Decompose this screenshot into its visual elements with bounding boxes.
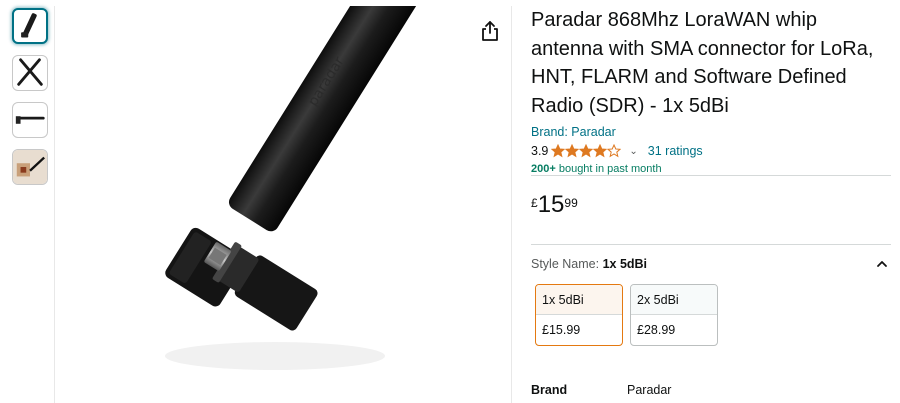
- antenna-horizontal-thumbnail-icon: [15, 116, 45, 124]
- divider: [531, 175, 891, 176]
- star-rating[interactable]: [551, 144, 622, 158]
- star-icon: [607, 144, 622, 158]
- rating-value: 3.9: [531, 144, 549, 158]
- ratings-count-link[interactable]: 31 ratings: [648, 144, 703, 158]
- style-option-price: £15.99: [542, 323, 581, 337]
- brand-link[interactable]: Brand: Paradar: [531, 125, 891, 139]
- star-icon: [579, 144, 594, 158]
- thumbnail-2[interactable]: [12, 55, 48, 91]
- divider: [531, 244, 891, 245]
- star-icon: [551, 144, 566, 158]
- bought-count: 200+: [531, 163, 556, 175]
- product-info-panel: Paradar 868Mhz LoraWAN whip antenna with…: [531, 6, 891, 397]
- style-option-1[interactable]: 1x 5dBi £15.99: [535, 284, 623, 346]
- star-icon: [593, 144, 608, 158]
- product-title: Paradar 868Mhz LoraWAN whip antenna with…: [531, 9, 874, 117]
- thumbnail-strip: [12, 8, 48, 196]
- bought-in-past-month: 200+ bought in past month: [531, 163, 891, 175]
- style-option-name: 1x 5dBi: [536, 285, 622, 315]
- share-icon: [482, 21, 498, 41]
- chevron-up-icon[interactable]: [875, 257, 889, 271]
- spec-key: Brand: [531, 383, 568, 397]
- style-option-price: £28.99: [637, 323, 676, 337]
- antenna-in-use-photo-thumbnail-icon: [13, 150, 47, 184]
- style-option-name: 2x 5dBi: [631, 285, 717, 315]
- bought-text: bought in past month: [555, 163, 662, 175]
- price-symbol: £: [531, 196, 538, 210]
- star-icon: [565, 144, 580, 158]
- style-option-2[interactable]: 2x 5dBi £28.99: [630, 284, 718, 346]
- thumbnail-3[interactable]: [12, 102, 48, 138]
- chevron-down-icon[interactable]: ⌄: [629, 146, 637, 157]
- share-button[interactable]: [480, 20, 500, 42]
- antenna-angled-thumbnail-icon: [21, 13, 37, 38]
- price: £ 15 99: [531, 192, 578, 218]
- style-selected-value: 1x 5dBi: [602, 257, 648, 271]
- style-selector-header[interactable]: Style Name: 1x 5dBi: [531, 257, 891, 271]
- antenna-pair-crossed-thumbnail-icon: [17, 58, 43, 86]
- price-whole: 15: [537, 191, 565, 218]
- style-label: Style Name:: [531, 257, 603, 271]
- spec-value: Paradar: [627, 383, 672, 397]
- thumbnail-4[interactable]: [12, 149, 48, 185]
- rating-row: 3.9 ⌄ 31 ratings: [531, 142, 891, 160]
- spec-row-brand: Brand Paradar: [531, 383, 671, 397]
- antenna-product-illustration: paradar: [165, 6, 430, 370]
- main-product-image[interactable]: paradar: [54, 6, 512, 403]
- thumbnail-1[interactable]: [12, 8, 48, 44]
- price-fraction: 99: [564, 196, 578, 210]
